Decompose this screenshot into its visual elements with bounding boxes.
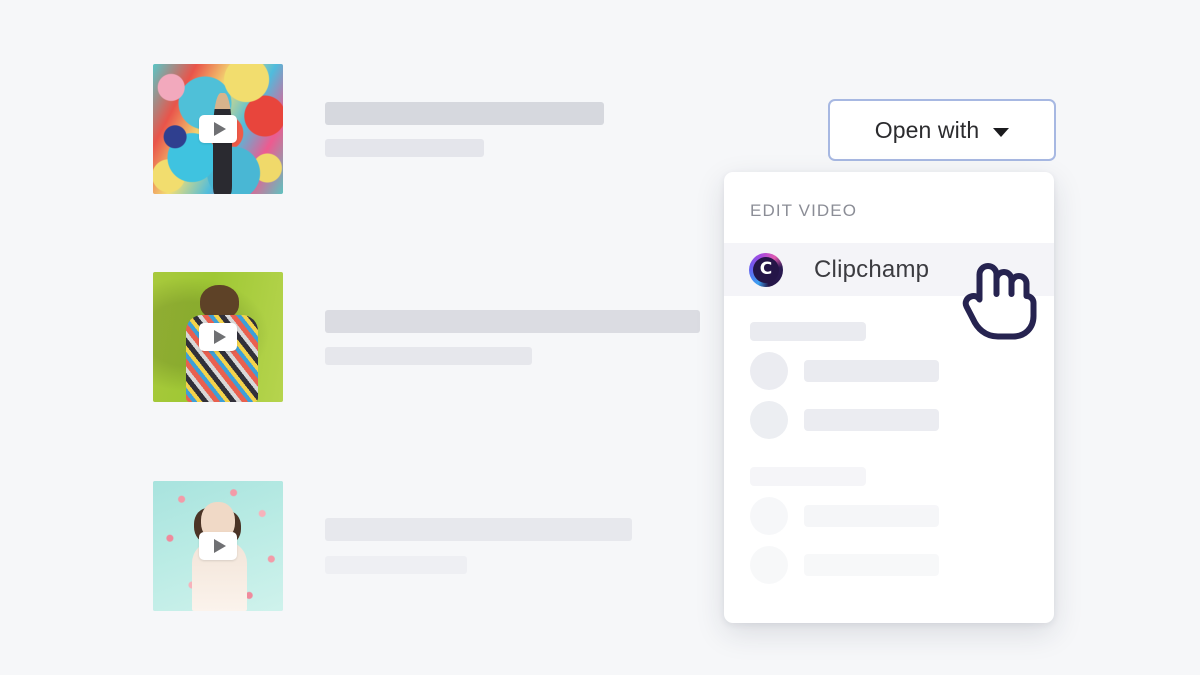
edit-video-section-heading: EDIT VIDEO [750,201,858,220]
subtitle-placeholder-bar [325,556,467,574]
screenshot-canvas: Open with EDIT VIDEO C Clipchamp [0,0,1200,675]
skeleton-header-bar [750,467,866,486]
skeleton-avatar [750,352,788,390]
skeleton-avatar [750,401,788,439]
play-triangle [213,122,226,136]
menu-item-label: Clipchamp [814,255,930,283]
open-with-dropdown-panel: EDIT VIDEO C Clipchamp [724,172,1054,623]
play-triangle [213,330,226,344]
chevron-down-icon [993,127,1010,137]
skeleton-label-bar [804,554,939,576]
subtitle-placeholder-bar [325,139,484,157]
skeleton-avatar [750,546,788,584]
clipchamp-logo-letter: C [759,259,773,279]
menu-item-clipchamp[interactable]: C Clipchamp [724,243,1054,296]
title-placeholder-bar [325,518,632,541]
play-icon[interactable] [199,532,237,560]
title-placeholder-bar [325,102,604,125]
title-placeholder-bar [325,310,700,333]
skeleton-avatar [750,497,788,535]
play-icon[interactable] [199,115,237,143]
play-icon[interactable] [199,323,237,351]
graffiti-mural-video-thumbnail[interactable] [153,64,283,194]
skeleton-label-bar [804,505,939,527]
subtitle-placeholder-bar [325,347,532,365]
clipchamp-logo-icon: C [749,252,783,287]
skeleton-label-bar [804,360,939,382]
open-with-label: Open with [874,116,980,143]
open-with-button[interactable]: Open with [828,99,1056,161]
skeleton-label-bar [804,409,939,431]
mint-confetti-portrait-video-thumbnail[interactable] [153,481,283,611]
play-triangle [213,539,226,553]
green-wall-portrait-video-thumbnail[interactable] [153,272,283,402]
skeleton-header-bar [750,322,866,341]
